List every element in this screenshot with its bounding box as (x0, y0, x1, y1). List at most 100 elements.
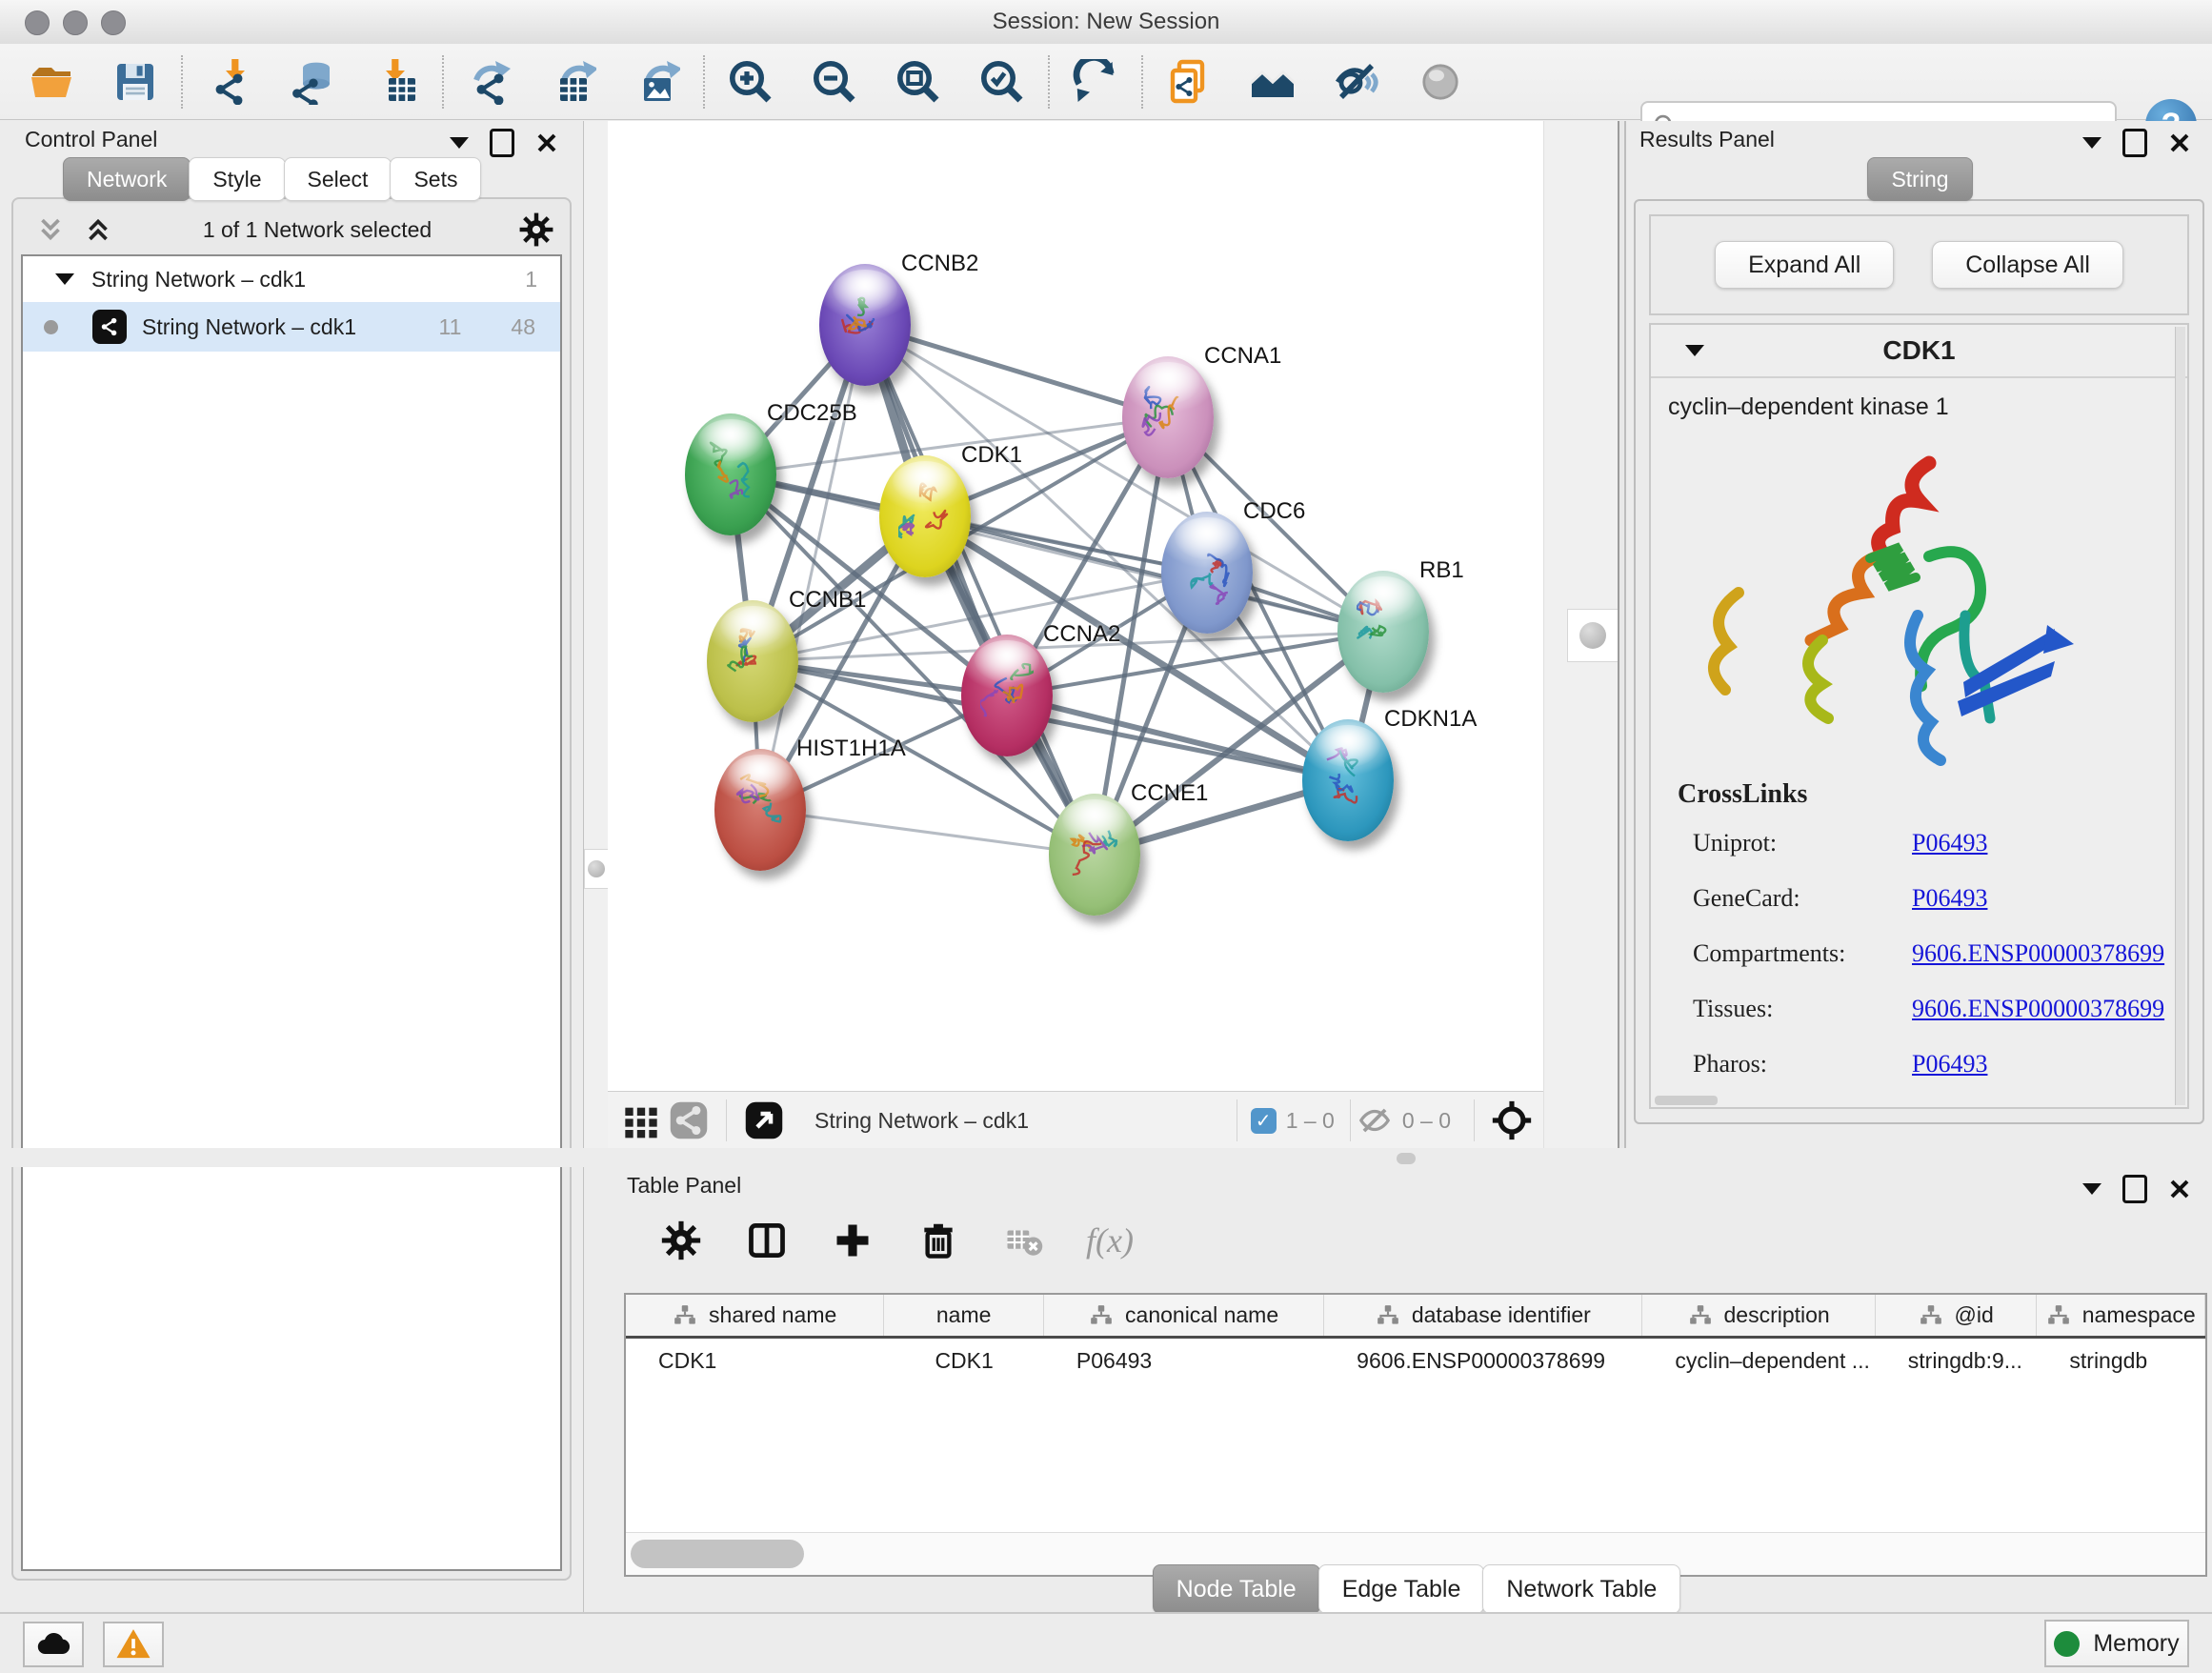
hide-glasses-button[interactable] (1332, 57, 1381, 107)
tab-edge-table[interactable]: Edge Table (1318, 1564, 1485, 1614)
zoom-in-button[interactable] (726, 57, 775, 107)
table-cell[interactable]: stringdb:9... (1876, 1348, 2038, 1374)
table-row[interactable]: CDK1CDK1P064939606.ENSP00000378699cyclin… (626, 1339, 2205, 1382)
collection-expand-icon[interactable] (55, 273, 74, 285)
tab-network[interactable]: Network (63, 157, 191, 201)
collapse-all-networks-icon[interactable] (27, 206, 74, 253)
window-zoom-button[interactable] (101, 10, 126, 35)
column-header-shared-name[interactable]: shared name (626, 1295, 884, 1336)
node-RB1[interactable] (1337, 571, 1429, 693)
collapse-all-button[interactable]: Collapse All (1932, 241, 2123, 289)
zoom-fit-button[interactable] (894, 57, 943, 107)
tab-node-table[interactable]: Node Table (1153, 1564, 1320, 1614)
expand-all-button[interactable]: Expand All (1715, 241, 1894, 289)
crosslink-link[interactable]: P06493 (1912, 1050, 1987, 1078)
node-CCNA2[interactable] (961, 635, 1053, 756)
tab-style[interactable]: Style (189, 157, 285, 201)
node-CCNB2[interactable] (819, 264, 911, 386)
right-splitter-handle[interactable] (1567, 609, 1619, 662)
horizontal-splitter-handle[interactable] (1397, 1153, 1416, 1164)
open-session-button[interactable] (27, 57, 76, 107)
save-session-button[interactable] (111, 57, 160, 107)
panel-float-icon[interactable] (490, 129, 514, 157)
expand-all-networks-icon[interactable] (74, 206, 122, 253)
delete-column-trash-icon[interactable] (915, 1217, 962, 1264)
table-cell[interactable]: CDK1 (884, 1348, 1044, 1374)
selected-checkbox[interactable]: ✓ (1251, 1108, 1277, 1134)
node-CCNB1[interactable] (707, 600, 798, 722)
column-header--id[interactable]: @id (1876, 1295, 2038, 1336)
column-header-namespace[interactable]: namespace (2037, 1295, 2205, 1336)
add-column-plus-icon[interactable] (829, 1217, 876, 1264)
node-CCNA1[interactable] (1122, 356, 1214, 478)
column-header-description[interactable]: description (1642, 1295, 1875, 1336)
import-network-button[interactable] (204, 57, 253, 107)
tab-select[interactable]: Select (284, 157, 392, 201)
column-header-canonical-name[interactable]: canonical name (1044, 1295, 1324, 1336)
results-float-icon[interactable] (2122, 129, 2147, 157)
memory-button[interactable]: Memory (2044, 1620, 2189, 1667)
birdseye-crosshair-icon[interactable] (1488, 1097, 1536, 1144)
grid-view-icon[interactable] (617, 1097, 665, 1144)
export-table-button[interactable] (549, 57, 598, 107)
table-cell[interactable]: 9606.ENSP00000378699 (1324, 1348, 1642, 1374)
panel-close-icon[interactable] (535, 131, 558, 154)
left-splitter-handle[interactable] (584, 849, 609, 889)
column-header-name[interactable]: name (884, 1295, 1044, 1336)
table-options-gear-icon[interactable] (657, 1217, 705, 1264)
warning-button[interactable] (103, 1622, 164, 1667)
node-CDK1[interactable] (879, 455, 971, 577)
window-close-button[interactable] (25, 10, 50, 35)
gene-entry-collapse-icon[interactable] (1685, 345, 1704, 356)
results-vertical-scrollbar[interactable] (2175, 327, 2185, 1105)
detach-view-icon[interactable] (740, 1097, 788, 1144)
crosslink-link[interactable]: P06493 (1912, 884, 1987, 913)
crosslink-link[interactable]: P06493 (1912, 829, 1987, 857)
network-canvas[interactable]: CCNB2CCNA1CDC25BCDK1CDC6RB1CCNB1CCNA2HIS… (608, 121, 1543, 1091)
show-columns-icon[interactable] (743, 1217, 791, 1264)
network-options-gear-icon[interactable] (513, 206, 560, 253)
node-CCNE1[interactable] (1049, 794, 1140, 916)
horizontal-splitter[interactable] (0, 1148, 2212, 1167)
table-collapse-icon[interactable] (2082, 1183, 2101, 1195)
crosslink-label: Uniprot: (1672, 829, 1912, 857)
node-CDC25B[interactable] (685, 413, 776, 535)
hidden-eye-icon[interactable] (1357, 1102, 1393, 1139)
results-collapse-icon[interactable] (2082, 137, 2101, 149)
table-cell[interactable]: CDK1 (626, 1348, 884, 1374)
tab-sets[interactable]: Sets (390, 157, 481, 201)
tab-string[interactable]: String (1867, 157, 1972, 201)
window-minimize-button[interactable] (63, 10, 88, 35)
network-share-icon[interactable] (665, 1097, 713, 1144)
string-homes-button[interactable] (1248, 57, 1297, 107)
vertical-splitter[interactable] (1618, 121, 1626, 1148)
import-database-button[interactable] (288, 57, 337, 107)
panel-collapse-icon[interactable] (450, 137, 469, 149)
import-table-button[interactable] (372, 57, 421, 107)
node-CDKN1A[interactable] (1302, 719, 1394, 841)
zoom-out-button[interactable] (810, 57, 859, 107)
clone-network-button[interactable] (1164, 57, 1214, 107)
table-cell[interactable]: P06493 (1044, 1348, 1324, 1374)
node-CDC6[interactable] (1161, 512, 1253, 634)
selected-count: 1 – 0 (1286, 1108, 1335, 1134)
column-header-database-identifier[interactable]: database identifier (1324, 1295, 1642, 1336)
table-float-icon[interactable] (2122, 1175, 2147, 1203)
tab-network-table[interactable]: Network Table (1482, 1564, 1680, 1614)
export-network-button[interactable] (465, 57, 514, 107)
refresh-view-button[interactable] (1071, 57, 1120, 107)
table-cell[interactable]: stringdb (2037, 1348, 2205, 1374)
node-HIST1H1A[interactable] (714, 749, 806, 871)
zoom-selected-button[interactable] (977, 57, 1027, 107)
table-cell[interactable]: cyclin–dependent ... (1642, 1348, 1875, 1374)
birdseye-button[interactable] (1416, 57, 1465, 107)
network-collection-row[interactable]: String Network – cdk1 1 (23, 256, 560, 302)
network-row-selected[interactable]: String Network – cdk1 11 48 (23, 302, 560, 352)
export-image-button[interactable] (633, 57, 682, 107)
table-close-icon[interactable] (2168, 1178, 2191, 1200)
cloud-button[interactable] (23, 1622, 84, 1667)
crosslink-link[interactable]: 9606.ENSP00000378699 (1912, 995, 2164, 1023)
crosslink-link[interactable]: 9606.ENSP00000378699 (1912, 939, 2164, 968)
results-horizontal-scroll-thumb[interactable] (1655, 1096, 1718, 1105)
results-close-icon[interactable] (2168, 131, 2191, 154)
